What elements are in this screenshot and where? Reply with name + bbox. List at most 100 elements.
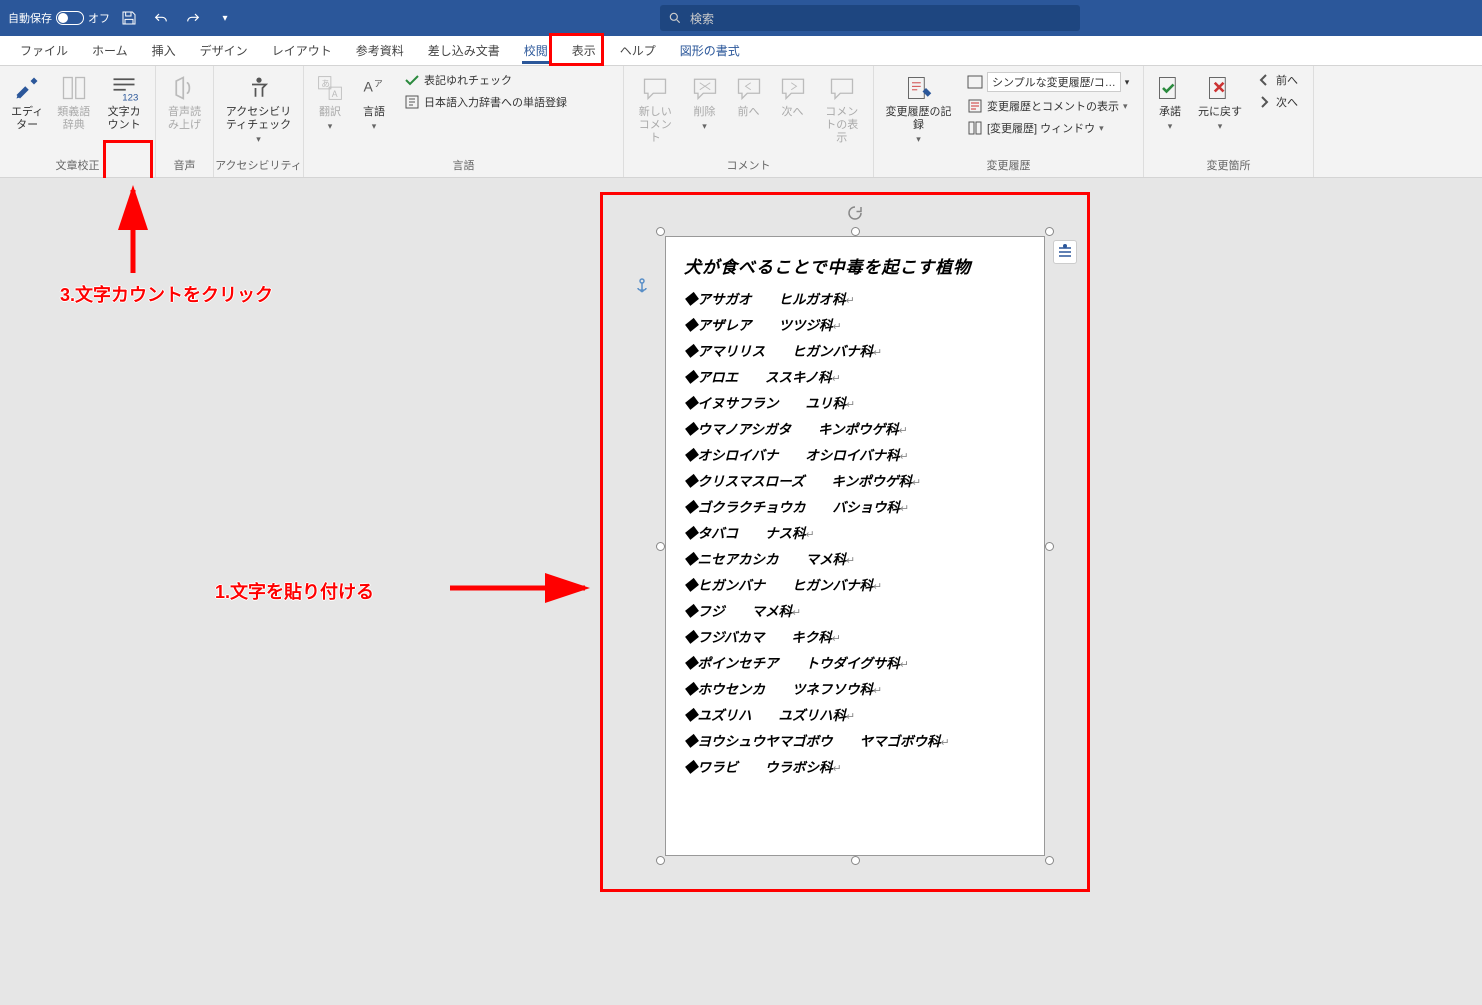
redo-icon[interactable] xyxy=(180,5,206,31)
rotate-handle-icon[interactable] xyxy=(845,203,865,223)
resize-handle[interactable] xyxy=(656,542,665,551)
tab-help[interactable]: ヘルプ xyxy=(608,36,668,66)
svg-text:123: 123 xyxy=(122,92,138,102)
group-label-language: 言語 xyxy=(304,155,623,177)
tab-mailings[interactable]: 差し込み文書 xyxy=(416,36,512,66)
svg-text:あ: あ xyxy=(321,78,330,88)
tab-shape-format[interactable]: 図形の書式 xyxy=(668,36,752,66)
track-changes-button[interactable]: 変更履歴の記録 xyxy=(878,68,959,149)
resize-handle[interactable] xyxy=(1045,856,1054,865)
markup-icon xyxy=(967,98,983,114)
group-label-changes: 変更箇所 xyxy=(1144,155,1313,177)
accept-icon xyxy=(1154,72,1186,104)
svg-text:A: A xyxy=(364,79,374,95)
accessibility-check-button[interactable]: アクセシビリティチェック xyxy=(218,68,299,149)
readaloud-button[interactable]: 音声読み上げ xyxy=(160,68,209,136)
svg-text:A: A xyxy=(332,89,338,99)
track-changes-icon xyxy=(903,72,935,104)
resize-handle[interactable] xyxy=(1045,227,1054,236)
resize-handle[interactable] xyxy=(656,856,665,865)
ime-dict-register-button[interactable]: 日本語入力辞書への単語登録 xyxy=(400,92,571,112)
textbox-shape[interactable]: 犬が食べることで中毒を起こす植物 ◆アサガオ ヒルガオ科↵◆アザレア ツツジ科↵… xyxy=(665,236,1045,856)
undo-icon[interactable] xyxy=(148,5,174,31)
group-label-tracking: 変更履歴 xyxy=(874,155,1143,177)
tab-references[interactable]: 参考資料 xyxy=(344,36,416,66)
next-change-button[interactable]: 次へ xyxy=(1252,92,1302,112)
tab-view[interactable]: 表示 xyxy=(560,36,608,66)
tab-layout[interactable]: レイアウト xyxy=(260,36,344,66)
prev-comment-icon xyxy=(733,72,765,104)
dictionary-icon xyxy=(404,94,420,110)
autosave-state: オフ xyxy=(88,10,110,26)
group-label-speech: 音声 xyxy=(156,155,213,177)
tab-file[interactable]: ファイル xyxy=(8,36,80,66)
ribbon-group-changes: 承諾 元に戻す 前へ 次へ 変更箇所 xyxy=(1144,66,1314,177)
search-placeholder: 検索 xyxy=(690,10,714,27)
next-comment-icon xyxy=(777,72,809,104)
annotation-step3-text: 3.文字カウントをクリック xyxy=(60,281,273,307)
prev-change-button[interactable]: 前へ xyxy=(1252,70,1302,90)
review-pane-button[interactable]: [変更履歴] ウィンドウ xyxy=(963,118,1135,138)
tab-design[interactable]: デザイン xyxy=(188,36,260,66)
editor-button[interactable]: エディター xyxy=(4,68,50,136)
resize-handle[interactable] xyxy=(656,227,665,236)
annotation-arrow-step1 xyxy=(450,573,600,606)
translate-icon: あA xyxy=(314,72,346,104)
prev-comment-button[interactable]: 前へ xyxy=(727,68,771,123)
show-markup-button[interactable]: 変更履歴とコメントの表示 xyxy=(963,96,1135,116)
autosave-toggle[interactable]: 自動保存 オフ xyxy=(8,10,110,26)
search-box[interactable]: 検索 xyxy=(660,5,1080,31)
ribbon-group-proofing: エディター 類義語辞典 123 文字カウント 文章校正 xyxy=(0,66,156,177)
delete-comment-icon xyxy=(689,72,721,104)
resize-handle[interactable] xyxy=(851,227,860,236)
tab-insert[interactable]: 挿入 xyxy=(140,36,188,66)
ribbon: エディター 類義語辞典 123 文字カウント 文章校正 音声読み上げ 音声 xyxy=(0,66,1482,178)
thesaurus-button[interactable]: 類義語辞典 xyxy=(50,68,97,136)
translate-button[interactable]: あA 翻訳 xyxy=(308,68,352,136)
review-pane-icon xyxy=(967,120,983,136)
anchor-icon xyxy=(634,278,650,294)
new-comment-button[interactable]: 新しいコメント xyxy=(628,68,683,150)
workspace: 犬が食べることで中毒を起こす植物 ◆アサガオ ヒルガオ科↵◆アザレア ツツジ科↵… xyxy=(0,178,1482,1005)
next-icon xyxy=(1256,94,1272,110)
save-icon[interactable] xyxy=(116,5,142,31)
selection-handles xyxy=(660,231,1050,861)
delete-comment-button[interactable]: 削除 xyxy=(683,68,727,136)
display-mode-dropdown[interactable]: シンプルな変更履歴/コ… ▾ xyxy=(963,70,1135,94)
group-label-proofing: 文章校正 xyxy=(0,155,155,177)
ribbon-group-language: あA 翻訳 Aア 言語 表記ゆれチェック 日本語入力辞書への単語登録 言語 xyxy=(304,66,624,177)
annotation-step1-text: 1.文字を貼り付ける xyxy=(215,578,374,604)
annotation-arrow-step3 xyxy=(113,178,153,281)
spelling-variant-button[interactable]: 表記ゆれチェック xyxy=(400,70,571,90)
ribbon-tabs: ファイル ホーム 挿入 デザイン レイアウト 参考資料 差し込み文書 校閲 表示… xyxy=(0,36,1482,66)
resize-handle[interactable] xyxy=(1045,542,1054,551)
tab-review[interactable]: 校閲 xyxy=(512,36,560,66)
group-label-accessibility: アクセシビリティ xyxy=(214,155,303,177)
prev-icon xyxy=(1256,72,1272,88)
search-icon xyxy=(668,11,682,25)
qat-customize-icon[interactable]: ▾ xyxy=(212,5,238,31)
resize-handle[interactable] xyxy=(851,856,860,865)
display-mode-icon xyxy=(967,74,983,90)
wordcount-icon: 123 xyxy=(108,72,140,104)
check-icon xyxy=(404,72,420,88)
tab-home[interactable]: ホーム xyxy=(80,36,140,66)
ribbon-group-tracking: 変更履歴の記録 シンプルな変更履歴/コ… ▾ 変更履歴とコメントの表示 [変更履… xyxy=(874,66,1144,177)
readaloud-icon xyxy=(169,72,201,104)
title-bar: 自動保存 オフ ▾ 文書 1 - Word 検索 xyxy=(0,0,1482,36)
ribbon-group-accessibility: アクセシビリティチェック アクセシビリティ xyxy=(214,66,304,177)
accept-button[interactable]: 承諾 xyxy=(1148,68,1192,136)
thesaurus-icon xyxy=(58,72,90,104)
wordcount-button[interactable]: 123 文字カウント xyxy=(97,68,151,136)
show-comments-button[interactable]: コメントの表示 xyxy=(815,68,870,150)
next-comment-button[interactable]: 次へ xyxy=(771,68,815,123)
toggle-switch-icon xyxy=(56,11,84,25)
layout-options-button[interactable] xyxy=(1053,240,1077,264)
reject-button[interactable]: 元に戻す xyxy=(1192,68,1248,136)
group-label-comments: コメント xyxy=(624,155,873,177)
reject-icon xyxy=(1204,72,1236,104)
language-button[interactable]: Aア 言語 xyxy=(352,68,396,136)
accessibility-icon xyxy=(243,72,275,104)
editor-icon xyxy=(11,72,43,104)
ribbon-group-speech: 音声読み上げ 音声 xyxy=(156,66,214,177)
